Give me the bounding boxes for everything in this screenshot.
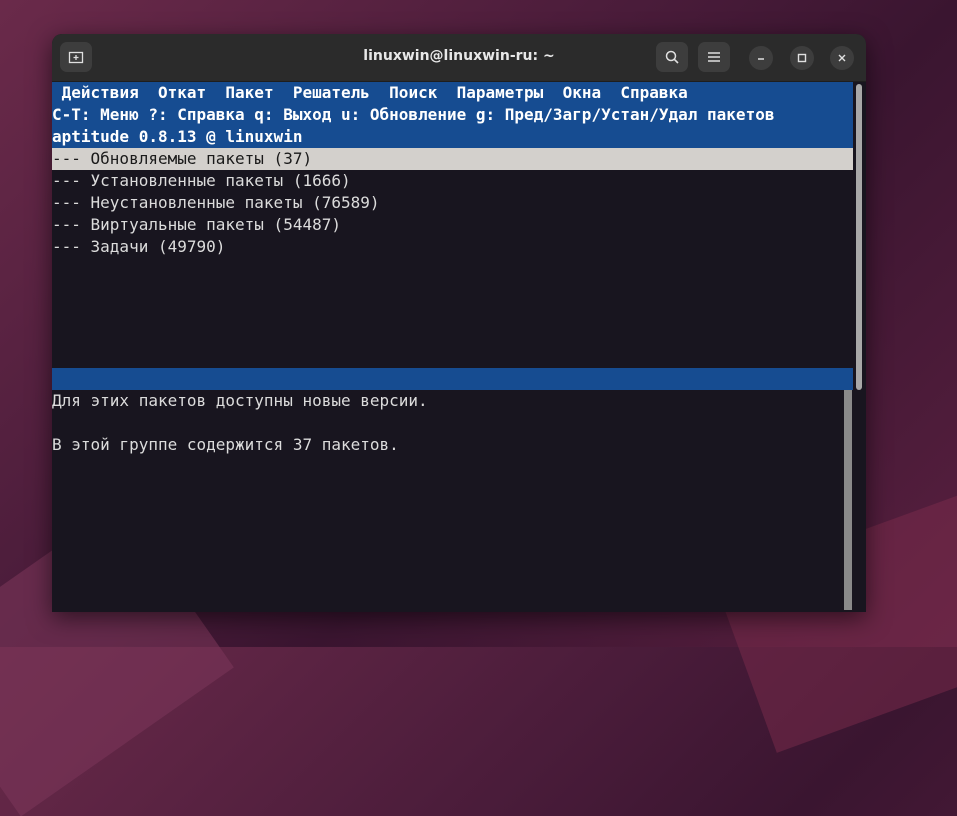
search-icon [665,50,679,64]
close-icon [838,54,846,62]
hamburger-icon [708,52,720,62]
tree-item-installed[interactable]: --- Установленные пакеты (1666) [52,170,853,192]
aptitude-menu-bar: Действия Откат Пакет Решатель Поиск Пара… [52,82,853,104]
separator-bar [52,368,853,390]
window-title: linuxwin@linuxwin-ru: ~ [363,48,555,64]
maximize-icon [797,53,807,63]
menu-item-views[interactable]: Окна [563,83,602,102]
tree-item-virtual[interactable]: --- Виртуальные пакеты (54487) [52,214,853,236]
minimize-button[interactable] [749,46,773,70]
menu-item-help[interactable]: Справка [620,83,687,102]
menu-item-resolver[interactable]: Решатель [293,83,370,102]
search-button[interactable] [656,42,688,72]
terminal-window: linuxwin@linuxwin-ru: ~ Действия Откат П… [52,34,866,612]
maximize-button[interactable] [790,46,814,70]
menu-item-package[interactable]: Пакет [225,83,273,102]
menu-button[interactable] [698,42,730,72]
close-button[interactable] [830,46,854,70]
menu-item-options[interactable]: Параметры [457,83,544,102]
info-line: Для этих пакетов доступны новые версии. [52,391,428,410]
minimize-icon [758,58,764,60]
menu-item-search[interactable]: Поиск [389,83,437,102]
hint-line: C-T: Меню ?: Справка q: Выход u: Обновле… [52,104,853,126]
tree-item-upgradable[interactable]: --- Обновляемые пакеты (37) [52,148,853,170]
menu-item-undo[interactable]: Откат [158,83,206,102]
tree-item-not-installed[interactable]: --- Неустановленные пакеты (76589) [52,192,853,214]
title-bar: linuxwin@linuxwin-ru: ~ [52,34,866,82]
scrollbar-thumb[interactable] [856,84,862,390]
info-pane-scrollbar[interactable] [844,390,852,610]
menu-item-actions[interactable]: Действия [62,83,139,102]
version-line: aptitude 0.8.13 @ linuxwin [52,126,853,148]
tree-item-tasks[interactable]: --- Задачи (49790) [52,236,853,258]
info-line: В этой группе содержится 37 пакетов. [52,435,399,454]
terminal-content[interactable]: Действия Откат Пакет Решатель Поиск Пара… [52,82,853,612]
